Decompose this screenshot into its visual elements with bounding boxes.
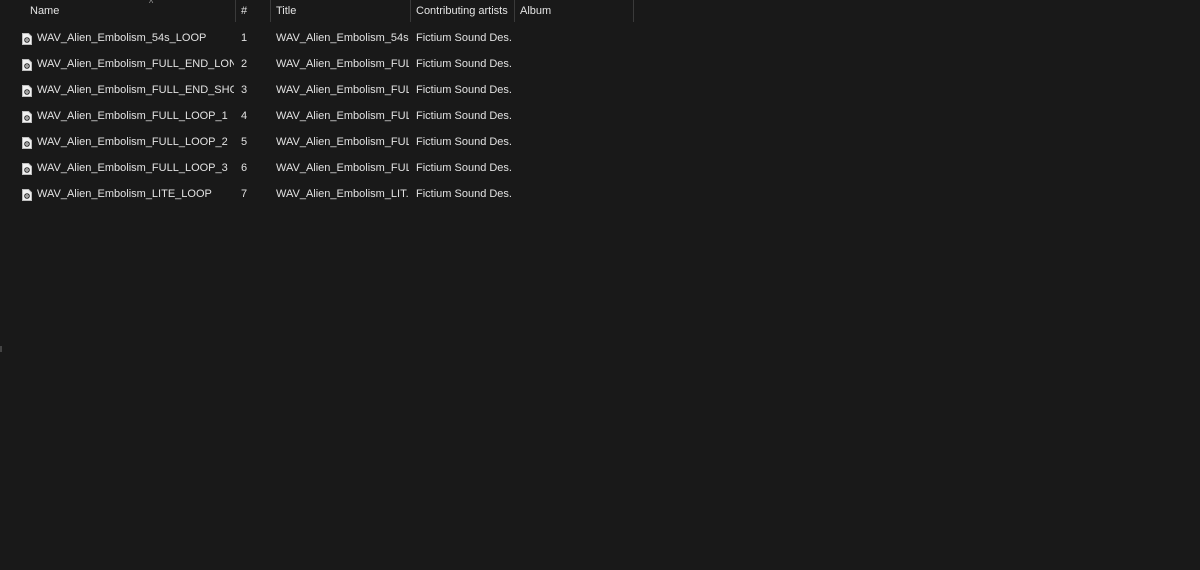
contributing-artist: Fictium Sound Des... (416, 136, 513, 148)
column-divider[interactable] (633, 0, 634, 22)
track-number: 2 (241, 58, 248, 70)
track-title: WAV_Alien_Embolism_LIT... (276, 188, 409, 200)
album-name (520, 103, 632, 129)
file-list: WAV_Alien_Embolism_54s_LOOP 1 WAV_Alien_… (0, 25, 1200, 207)
column-header-number-label: # (241, 5, 248, 17)
audio-file-icon (22, 136, 32, 149)
pane-resize-handle[interactable] (0, 346, 2, 352)
file-name: WAV_Alien_Embolism_FULL_LOOP_3 (37, 162, 228, 174)
file-row[interactable]: WAV_Alien_Embolism_FULL_LOOP_2 5 WAV_Ali… (0, 129, 1200, 155)
track-title: WAV_Alien_Embolism_FUL... (276, 84, 409, 96)
contributing-artist: Fictium Sound Des... (416, 110, 513, 122)
contributing-artist: Fictium Sound Des... (416, 84, 513, 96)
file-name: WAV_Alien_Embolism_LITE_LOOP (37, 188, 212, 200)
album-name (520, 129, 632, 155)
audio-file-icon (22, 188, 32, 201)
album-name (520, 51, 632, 77)
track-number: 4 (241, 110, 248, 122)
column-header-album-label: Album (520, 5, 552, 17)
audio-file-icon (22, 32, 32, 45)
column-header-album[interactable]: Album (515, 0, 634, 22)
track-title: WAV_Alien_Embolism_FUL... (276, 136, 409, 148)
track-number: 3 (241, 84, 248, 96)
contributing-artist: Fictium Sound Des... (416, 32, 513, 44)
album-name (520, 181, 632, 207)
audio-file-icon (22, 110, 32, 123)
audio-file-icon (22, 162, 32, 175)
file-name: WAV_Alien_Embolism_FULL_END_LONG (37, 58, 234, 70)
column-header-title-label: Title (276, 5, 297, 17)
track-number: 1 (241, 32, 248, 44)
sort-ascending-icon: ^ (149, 0, 154, 8)
column-header-name[interactable]: Name ^ (25, 0, 236, 22)
track-number: 5 (241, 136, 248, 148)
file-row[interactable]: WAV_Alien_Embolism_LITE_LOOP 7 WAV_Alien… (0, 181, 1200, 207)
file-name: WAV_Alien_Embolism_FULL_END_SHORT (37, 84, 234, 96)
column-header-title[interactable]: Title (271, 0, 411, 22)
track-title: WAV_Alien_Embolism_FUL... (276, 162, 409, 174)
album-name (520, 155, 632, 181)
file-row[interactable]: WAV_Alien_Embolism_FULL_END_SHORT 3 WAV_… (0, 77, 1200, 103)
track-title: WAV_Alien_Embolism_FUL... (276, 58, 409, 70)
contributing-artist: Fictium Sound Des... (416, 58, 513, 70)
file-row[interactable]: WAV_Alien_Embolism_FULL_LOOP_3 6 WAV_Ali… (0, 155, 1200, 181)
file-row[interactable]: WAV_Alien_Embolism_54s_LOOP 1 WAV_Alien_… (0, 25, 1200, 51)
track-number: 7 (241, 188, 248, 200)
column-header-number[interactable]: # (236, 0, 271, 22)
contributing-artist: Fictium Sound Des... (416, 188, 513, 200)
track-number: 6 (241, 162, 248, 174)
column-header-artists-label: Contributing artists (416, 5, 508, 17)
column-header-name-label: Name (30, 5, 60, 17)
track-title: WAV_Alien_Embolism_FUL... (276, 110, 409, 122)
file-name: WAV_Alien_Embolism_54s_LOOP (37, 32, 207, 44)
contributing-artist: Fictium Sound Des... (416, 162, 513, 174)
album-name (520, 77, 632, 103)
track-title: WAV_Alien_Embolism_54s... (276, 32, 409, 44)
file-row[interactable]: WAV_Alien_Embolism_FULL_END_LONG 2 WAV_A… (0, 51, 1200, 77)
file-name: WAV_Alien_Embolism_FULL_LOOP_1 (37, 110, 228, 122)
column-header-contributing-artists[interactable]: Contributing artists (411, 0, 515, 22)
column-header-bar: Name ^ # Title Contributing artists Albu… (0, 0, 1200, 22)
file-name: WAV_Alien_Embolism_FULL_LOOP_2 (37, 136, 228, 148)
file-list-pane: Name ^ # Title Contributing artists Albu… (0, 0, 1200, 570)
audio-file-icon (22, 84, 32, 97)
audio-file-icon (22, 58, 32, 71)
album-name (520, 25, 632, 51)
file-row[interactable]: WAV_Alien_Embolism_FULL_LOOP_1 4 WAV_Ali… (0, 103, 1200, 129)
